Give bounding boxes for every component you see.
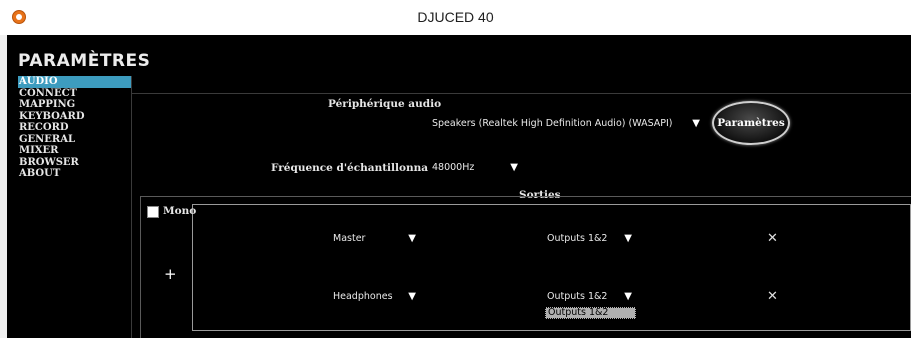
- add-output-icon[interactable]: +: [164, 265, 177, 283]
- sidebar-divider: [131, 76, 132, 338]
- chevron-down-icon: ▼: [408, 291, 416, 302]
- output-dropdown-option[interactable]: Outputs 1&2: [545, 307, 636, 319]
- audio-device-select[interactable]: Speakers (Realtek High Definition Audio)…: [428, 115, 704, 133]
- channel-value: Headphones: [333, 291, 393, 302]
- sample-rate-select[interactable]: 48000Hz ▼: [428, 159, 522, 177]
- audio-device-label: Périphérique audio: [328, 98, 442, 110]
- output-value: Outputs 1&2: [547, 233, 608, 244]
- output-select-master[interactable]: Outputs 1&2 ▼: [543, 230, 636, 248]
- sidebar-item-browser[interactable]: BROWSER: [18, 157, 131, 169]
- sidebar-item-mapping[interactable]: MAPPING: [18, 99, 131, 111]
- sidebar-item-keyboard[interactable]: KEYBOARD: [18, 111, 131, 123]
- sidebar-item-about[interactable]: ABOUT: [18, 168, 131, 180]
- remove-row-headphones-icon[interactable]: ✕: [767, 289, 778, 304]
- mono-label: Mono: [163, 205, 197, 217]
- chevron-down-icon: ▼: [624, 291, 632, 302]
- channel-select-headphones[interactable]: Headphones ▼: [329, 288, 420, 306]
- sample-rate-value: 48000Hz: [432, 162, 475, 173]
- sidebar-item-general[interactable]: GENERAL: [18, 134, 131, 146]
- sidebar-item-connect[interactable]: CONNECT: [18, 88, 131, 100]
- header-divider: [131, 93, 911, 94]
- sample-rate-label: Fréquence d'échantillonnage :: [271, 162, 450, 174]
- mono-checkbox[interactable]: [147, 206, 159, 218]
- chevron-down-icon: ▼: [692, 118, 700, 129]
- chevron-down-icon: ▼: [510, 162, 518, 173]
- main-panel: PARAMÈTRES AUDIO CONNECT MAPPING KEYBOAR…: [7, 35, 911, 338]
- output-select-headphones[interactable]: Outputs 1&2 ▼: [543, 288, 636, 306]
- page-title: PARAMÈTRES: [18, 51, 151, 71]
- sidebar-item-mixer[interactable]: MIXER: [18, 145, 131, 157]
- sidebar: AUDIO CONNECT MAPPING KEYBOARD RECORD GE…: [18, 76, 131, 180]
- remove-row-master-icon[interactable]: ✕: [767, 231, 778, 246]
- sidebar-item-audio[interactable]: AUDIO: [18, 76, 131, 88]
- audio-device-value: Speakers (Realtek High Definition Audio)…: [432, 118, 673, 129]
- chevron-down-icon: ▼: [624, 233, 632, 244]
- chevron-down-icon: ▼: [408, 233, 416, 244]
- sidebar-item-record[interactable]: RECORD: [18, 122, 131, 134]
- channel-value: Master: [333, 233, 366, 244]
- settings-button[interactable]: Paramètres: [712, 101, 790, 145]
- channel-select-master[interactable]: Master ▼: [329, 230, 420, 248]
- window-title: DJUCED 40: [417, 9, 494, 25]
- title-bar: DJUCED 40: [0, 0, 911, 35]
- output-value: Outputs 1&2: [547, 291, 608, 302]
